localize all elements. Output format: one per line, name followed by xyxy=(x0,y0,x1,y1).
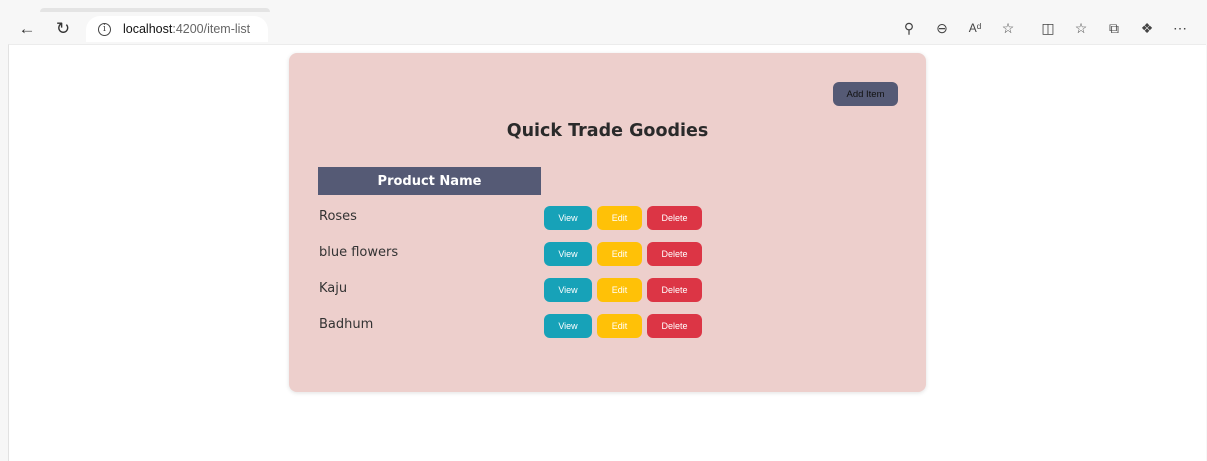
product-name: Kaju xyxy=(319,281,348,296)
tab-strip-edge xyxy=(40,8,270,12)
add-item-button[interactable]: Add Item xyxy=(833,82,898,106)
list-item: Kaju View Edit Delete xyxy=(289,278,926,302)
collections-icon[interactable]: ⧉ xyxy=(1101,17,1127,39)
delete-button[interactable]: Delete xyxy=(647,314,702,338)
view-button[interactable]: View xyxy=(544,278,592,302)
edit-button[interactable]: Edit xyxy=(597,242,642,266)
product-name-header: Product Name xyxy=(318,167,541,195)
url-host: localhost xyxy=(123,22,173,36)
view-button[interactable]: View xyxy=(544,314,592,338)
read-aloud-icon[interactable]: Aᵈ xyxy=(962,17,988,39)
edit-button[interactable]: Edit xyxy=(597,278,642,302)
list-item: Badhum View Edit Delete xyxy=(289,314,926,338)
view-button[interactable]: View xyxy=(544,206,592,230)
delete-button[interactable]: Delete xyxy=(647,242,702,266)
browser-tools: ⚲ ⊖ Aᵈ ☆ ◫ ☆ ⧉ ❖ ⋯ xyxy=(889,17,1193,39)
key-icon[interactable]: ⚲ xyxy=(896,17,922,39)
item-list-card: Add Item Quick Trade Goodies Product Nam… xyxy=(289,53,926,392)
address-bar[interactable]: i localhost:4200/item-list xyxy=(86,16,268,42)
url-path: :4200/item-list xyxy=(172,22,251,36)
back-icon[interactable]: ← xyxy=(16,17,38,39)
edit-button[interactable]: Edit xyxy=(597,206,642,230)
delete-button[interactable]: Delete xyxy=(647,206,702,230)
product-name: Badhum xyxy=(319,317,374,332)
info-icon[interactable]: i xyxy=(98,22,111,36)
view-button[interactable]: View xyxy=(544,242,592,266)
browser-toolbar: ← ↻ i localhost:4200/item-list ⚲ ⊖ Aᵈ ☆ … xyxy=(0,0,1207,44)
favorites-list-icon[interactable]: ☆ xyxy=(1068,17,1094,39)
list-item: Roses View Edit Delete xyxy=(289,206,926,230)
list-item: blue flowers View Edit Delete xyxy=(289,242,926,266)
product-name: Roses xyxy=(319,209,357,224)
favorite-star-icon[interactable]: ☆ xyxy=(995,17,1021,39)
product-name: blue flowers xyxy=(319,245,399,260)
more-icon[interactable]: ⋯ xyxy=(1167,17,1193,39)
page-title: Quick Trade Goodies xyxy=(506,121,709,141)
split-screen-icon[interactable]: ◫ xyxy=(1035,17,1061,39)
extensions-icon[interactable]: ❖ xyxy=(1134,17,1160,39)
page-viewport: Add Item Quick Trade Goodies Product Nam… xyxy=(8,44,1206,461)
refresh-icon[interactable]: ↻ xyxy=(52,17,74,39)
delete-button[interactable]: Delete xyxy=(647,278,702,302)
edit-button[interactable]: Edit xyxy=(597,314,642,338)
zoom-out-icon[interactable]: ⊖ xyxy=(929,17,955,39)
